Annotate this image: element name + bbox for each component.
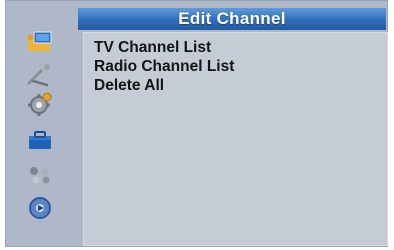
toolbox-icon (29, 131, 51, 149)
settings-gear-icon (28, 92, 52, 116)
menu-item-delete-all[interactable]: Delete All (94, 77, 164, 95)
page-title: Edit Channel (78, 8, 386, 30)
menu-item-radio-channel-list[interactable]: Radio Channel List (94, 58, 234, 76)
sidebar-item-edit-channel[interactable] (24, 29, 56, 55)
sidebar-item-media[interactable] (24, 195, 56, 221)
menu-screen: Edit Channel TV Channel List Radio Chann… (5, 0, 388, 247)
media-disc-icon (29, 197, 51, 219)
menu-item-tv-channel-list[interactable]: TV Channel List (94, 39, 211, 57)
sidebar-item-game[interactable] (24, 161, 56, 187)
games-icon (30, 167, 50, 184)
sidebar-item-tools[interactable] (24, 127, 56, 153)
sidebar (16, 27, 68, 247)
tools-icon (27, 63, 51, 87)
channel-folder-icon (28, 31, 52, 51)
sidebar-item-system-setup[interactable] (24, 91, 56, 117)
sidebar-item-installation[interactable] (24, 61, 56, 87)
menu-list: TV Channel List Radio Channel List Delet… (83, 32, 388, 246)
